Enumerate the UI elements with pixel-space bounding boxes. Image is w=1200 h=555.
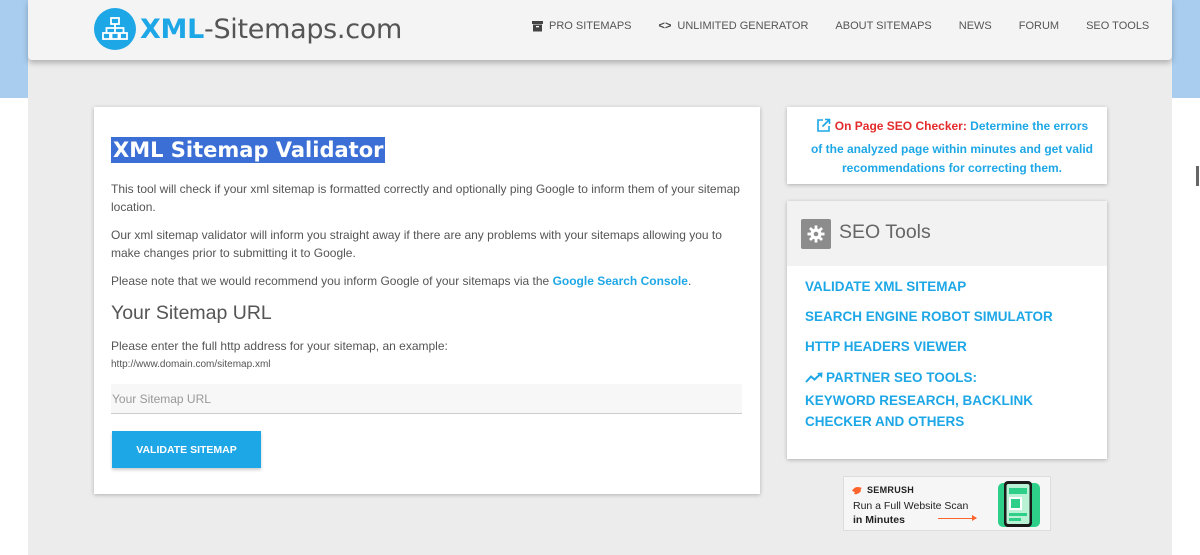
seo-tools-panel: SEO Tools VALIDATE XML SITEMAP SEARCH EN…: [787, 201, 1107, 459]
checker-label: On Page SEO Checker:: [834, 119, 967, 133]
seo-checker-promo[interactable]: On Page SEO Checker: Determine the error…: [787, 107, 1107, 184]
page-title: XML Sitemap Validator: [111, 137, 386, 163]
ad-line-1: Run a Full Website Scan: [853, 500, 969, 512]
nav-news[interactable]: NEWS: [959, 20, 992, 32]
sitemap-url-heading: Your Sitemap URL: [111, 302, 272, 324]
nav-unlimited-generator[interactable]: <> UNLIMITED GENERATOR: [659, 20, 809, 32]
info-paragraph: Our xml sitemap validator will inform yo…: [111, 228, 722, 260]
validate-sitemap-button[interactable]: VALIDATE SITEMAP: [112, 431, 261, 468]
ad-line-2: in Minutes: [853, 514, 905, 526]
semrush-logo: SEMRUSH: [852, 485, 914, 495]
url-example: http://www.domain.com/sitemap.xml: [111, 359, 271, 370]
nav-seo-tools[interactable]: SEO TOOLS: [1086, 20, 1149, 32]
seo-tools-title: SEO Tools: [839, 221, 931, 243]
google-search-console-link[interactable]: Google Search Console: [553, 274, 688, 288]
note-paragraph: Please note that we would recommend you …: [111, 274, 692, 288]
sitemap-url-input[interactable]: [111, 384, 742, 414]
nav-pro-sitemaps[interactable]: PRO SITEMAPS: [532, 20, 632, 32]
validator-card: XML Sitemap Validator This tool will che…: [94, 107, 760, 494]
sitemap-logo-icon: [94, 8, 136, 50]
site-logo[interactable]: XML-Sitemaps.com: [94, 8, 402, 50]
main-nav: PRO SITEMAPS <> UNLIMITED GENERATOR ABOU…: [532, 20, 1149, 32]
intro-paragraph: This tool will check if your xml sitemap…: [111, 182, 740, 214]
ad-arrow: [938, 515, 977, 521]
phone-illustration-icon: [998, 481, 1040, 527]
site-header: XML-Sitemaps.com PRO SITEMAPS <> UNLIMIT…: [28, 0, 1172, 60]
semrush-flame-icon: [852, 486, 862, 494]
tool-link-robot-simulator[interactable]: SEARCH ENGINE ROBOT SIMULATOR: [805, 306, 1053, 328]
seo-tools-header: SEO Tools: [787, 201, 1107, 266]
tool-link-validate-xml-sitemap[interactable]: VALIDATE XML SITEMAP: [805, 276, 966, 298]
edge-mark: [1196, 166, 1199, 186]
semrush-ad-banner[interactable]: SEMRUSH Run a Full Website Scan in Minut…: [843, 476, 1051, 531]
nav-about-sitemaps[interactable]: ABOUT SITEMAPS: [835, 20, 931, 32]
tool-link-http-headers-viewer[interactable]: HTTP HEADERS VIEWER: [805, 336, 967, 358]
nav-forum[interactable]: FORUM: [1019, 20, 1059, 32]
external-link-icon: [816, 118, 831, 140]
code-icon: <>: [658, 20, 672, 32]
logo-text: XML-Sitemaps.com: [140, 13, 402, 45]
tool-link-partner-seo-tools[interactable]: PARTNER SEO TOOLS: KEYWORD RESEARCH, BAC…: [805, 367, 1033, 433]
trending-up-icon: [805, 368, 823, 390]
gear-icon: [801, 219, 831, 249]
url-hint: Please enter the full http address for y…: [111, 339, 448, 353]
archive-icon: [532, 20, 543, 32]
